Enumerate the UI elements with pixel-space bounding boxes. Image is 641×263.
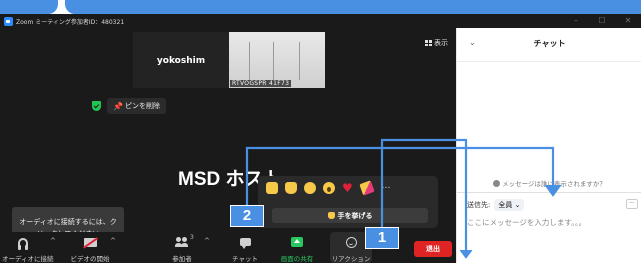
participant-video-tag: RTVOGSPR 41F73 [230, 80, 292, 87]
window-title: Zoom ミーティング参加者ID：480321 [16, 18, 125, 26]
chat-icon [239, 238, 251, 249]
raise-hand-button[interactable]: 手を挙げる [272, 208, 428, 223]
participants-button[interactable]: 3 参加者 [162, 232, 202, 263]
participant-name: yokoshim [156, 56, 206, 66]
raise-hand-icon [327, 212, 335, 219]
chat-message-input[interactable]: ここにメッセージを入力します。。。 [467, 217, 586, 228]
pin-icon: 📌 [113, 101, 123, 111]
share-screen-icon [291, 237, 303, 247]
unpin-label: ピンを削除 [124, 102, 160, 110]
window-titlebar: Zoom ミーティング参加者ID：480321 – ☐ ✕ [0, 14, 641, 28]
callout-badge-2: 2 [230, 205, 264, 227]
video-label: ビデオの開始 [70, 255, 110, 263]
more-reactions-button[interactable]: … [380, 182, 392, 194]
chat-more-button[interactable]: ··· [626, 199, 638, 209]
video-off-icon [83, 237, 97, 247]
person-icon [493, 179, 501, 187]
raise-hand-label: 手を挙げる [337, 211, 373, 220]
callout-badge-1: 1 [365, 227, 399, 249]
window-controls: – ☐ ✕ [563, 14, 641, 28]
emoji-row: ♥ … [266, 180, 392, 196]
unpin-button[interactable]: 📌 ピンを削除 [107, 98, 166, 114]
headphones-icon [18, 237, 28, 250]
top-banner-left [0, 0, 58, 14]
chat-header: ⌄ チャット [457, 28, 641, 62]
participants-label: 参加者 [172, 255, 192, 263]
leave-meeting-button[interactable]: 退出 [414, 241, 452, 257]
participants-count: 3 [190, 234, 194, 241]
party-icon[interactable] [359, 180, 375, 196]
recipient-select[interactable]: 全員 ⌄ [494, 199, 525, 211]
unpin-row: 📌 ピンを削除 [92, 98, 166, 114]
audio-label: オーディオに接続 [2, 255, 54, 263]
top-banner-main [65, 0, 641, 14]
heart-icon[interactable]: ♥ [342, 182, 354, 194]
chat-title: チャット [533, 39, 566, 48]
chat-visibility-hint[interactable]: メッセージは誰に表示されますか？ [457, 178, 641, 188]
view-button[interactable]: 表示 [425, 38, 448, 48]
tooltip-line-1: オーディオに接続するには、ク [19, 218, 117, 226]
security-shield-icon [92, 101, 101, 111]
reactions-icon [345, 236, 357, 248]
audio-options-caret[interactable]: ^ [50, 237, 56, 245]
participant-tile-video[interactable]: RTVOGSPR 41F73 [229, 32, 325, 88]
video-options-caret[interactable]: ^ [110, 237, 116, 245]
share-label: 画面の共有 [280, 255, 314, 263]
share-screen-button[interactable]: 画面の共有 [277, 232, 317, 263]
close-button[interactable]: ✕ [615, 14, 641, 28]
recipient-label: 送信先: [467, 201, 491, 209]
participants-options-caret[interactable]: ^ [204, 237, 210, 245]
zoom-logo-icon [4, 16, 13, 26]
view-label: 表示 [434, 39, 448, 47]
chat-panel: ⌄ チャット メッセージは誰に表示されますか？ 送信先: 全員 ⌄ ··· ここ… [456, 28, 641, 263]
reactions-popup: ♥ … 手を挙げる [258, 176, 438, 228]
chat-label: チャット [232, 255, 258, 263]
maximize-button[interactable]: ☐ [589, 14, 615, 28]
grid-view-icon [425, 40, 432, 46]
participant-tile-yokoshim[interactable]: yokoshim [133, 32, 229, 88]
chat-hint-text: メッセージは誰に表示されますか？ [502, 180, 606, 188]
minimize-button[interactable]: – [563, 14, 589, 28]
reactions-label: リアクション [331, 255, 371, 263]
thumbs-up-icon[interactable] [285, 182, 297, 194]
joy-icon[interactable] [304, 182, 316, 194]
chat-compose: 送信先: 全員 ⌄ ··· ここにメッセージを入力します。。。 [457, 192, 641, 263]
clap-icon[interactable] [266, 182, 278, 194]
audio-button[interactable]: オーディオに接続 [2, 232, 54, 263]
wow-icon[interactable] [323, 182, 335, 194]
chat-button[interactable]: チャット [227, 232, 263, 263]
recipient-row: 送信先: 全員 ⌄ [467, 199, 525, 211]
participants-icon [175, 237, 189, 247]
